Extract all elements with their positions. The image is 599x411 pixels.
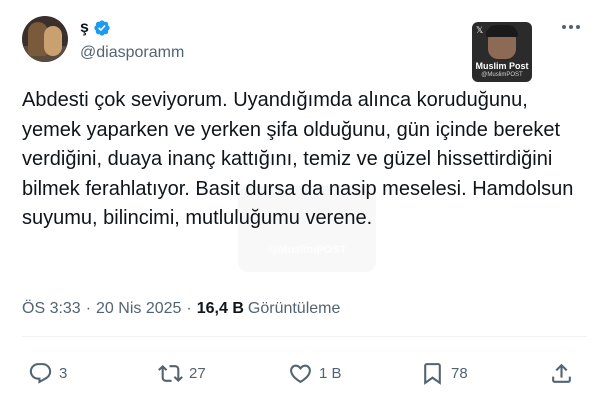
display-name[interactable]: ş xyxy=(80,19,89,37)
retweet-icon xyxy=(158,364,183,382)
retweet-count: 27 xyxy=(189,364,206,382)
divider xyxy=(22,336,587,337)
like-count: 1 B xyxy=(319,364,342,382)
tweet-text: Abdesti çok seviyorum. Uyandığımda alınc… xyxy=(22,89,574,229)
reply-button[interactable]: 3 xyxy=(28,359,67,387)
watermark-text: @MuslimPOST xyxy=(267,244,347,256)
media-badge-title: Muslim Post xyxy=(475,61,529,71)
tweet-date[interactable]: 20 Nis 2025 xyxy=(96,300,181,318)
tweet-meta: ÖS 3:33 · 20 Nis 2025 · 16,4 B Görüntüle… xyxy=(22,300,340,318)
reply-icon xyxy=(29,362,52,384)
views-label: Görüntüleme xyxy=(247,300,341,317)
tweet-card: ş @diasporamm 𝕏 Muslim Post @MuslimPOST … xyxy=(0,0,599,411)
share-icon xyxy=(552,363,571,383)
verified-badge-icon xyxy=(94,20,110,36)
author-name-row: ş xyxy=(80,16,111,40)
views-count: 16,4 B xyxy=(196,300,244,317)
retweet-button[interactable]: 27 xyxy=(158,359,206,387)
meta-separator: · xyxy=(85,300,92,317)
bookmark-button[interactable]: 78 xyxy=(420,359,468,387)
reply-count: 3 xyxy=(59,364,68,382)
share-button[interactable] xyxy=(549,359,574,387)
x-logo-icon: 𝕏 xyxy=(476,26,484,36)
media-badge-subtitle: @MuslimPOST xyxy=(481,72,523,78)
avatar[interactable] xyxy=(22,16,68,62)
heart-icon xyxy=(290,364,311,383)
like-button[interactable]: 1 B xyxy=(288,359,342,387)
bookmark-icon xyxy=(424,362,441,385)
bookmark-count: 78 xyxy=(451,364,468,382)
media-thumbnail[interactable]: 𝕏 Muslim Post @MuslimPOST xyxy=(472,22,532,82)
author-handle[interactable]: @diasporamm xyxy=(80,44,184,62)
more-options-icon[interactable] xyxy=(560,20,582,34)
tweet-time[interactable]: ÖS 3:33 xyxy=(22,300,81,318)
meta-separator: · xyxy=(186,300,192,317)
